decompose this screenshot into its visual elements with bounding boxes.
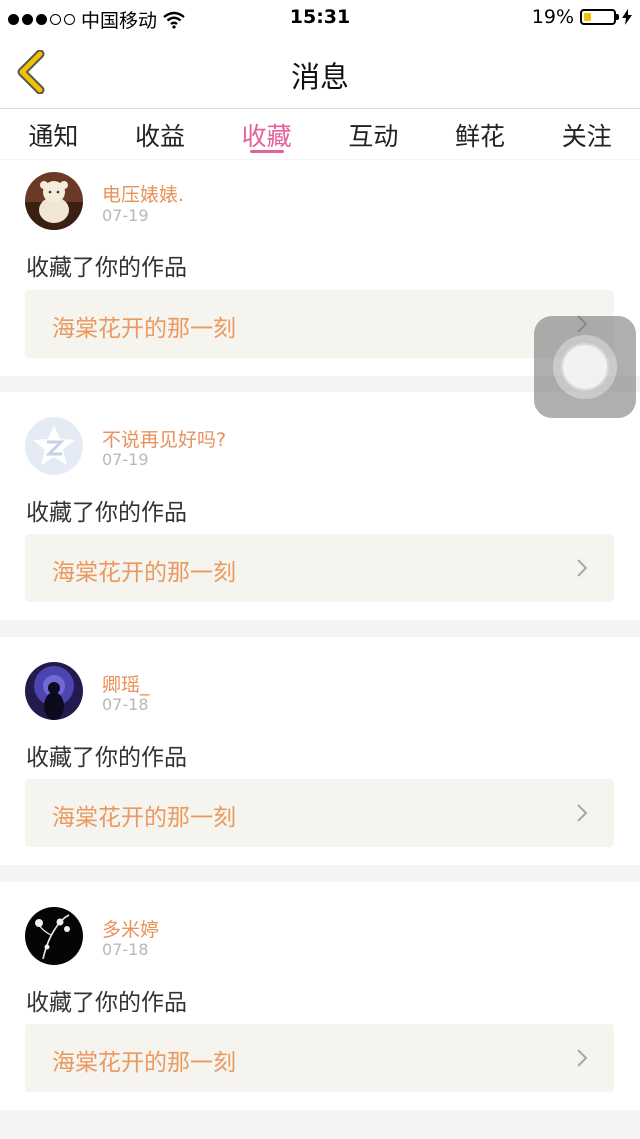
assistive-touch-center [561,343,609,391]
charging-bolt-icon [622,9,632,25]
avatar[interactable] [25,662,83,720]
username[interactable]: 电压婊婊. [102,180,184,207]
avatar[interactable] [25,907,83,965]
list-item: 不说再见好吗? 07-19 收藏了你的作品 海棠花开的那一刻 [0,392,640,620]
list-item: 多米婷 07-18 收藏了你的作品 海棠花开的那一刻 [0,882,640,1110]
work-link[interactable]: 海棠花开的那一刻 [25,534,614,602]
tab-label: 关注 [561,122,612,151]
item-date: 07-19 [102,450,149,469]
battery-icon [580,9,619,25]
work-title: 海棠花开的那一刻 [52,1050,236,1076]
tab-following[interactable]: 关注 [533,109,640,159]
username[interactable]: 卿瑶_ [102,670,150,697]
tab-interactions[interactable]: 互动 [320,109,427,159]
avatar[interactable] [25,417,83,475]
battery-percent: 19% [531,6,574,28]
page-title: 消息 [290,60,349,94]
nav-bar: 消息 [0,36,640,109]
tab-label: 互动 [348,122,399,151]
tab-favorites[interactable]: 收藏 [213,109,320,159]
work-title: 海棠花开的那一刻 [52,560,236,586]
tab-label: 收益 [135,122,186,151]
action-text: 收藏了你的作品 [26,745,187,771]
assistive-touch-button[interactable] [534,316,636,418]
work-link[interactable]: 海棠花开的那一刻 [25,1024,614,1092]
chevron-right-icon [577,559,588,577]
work-link[interactable]: 海棠花开的那一刻 [25,779,614,847]
tab-label: 鲜花 [455,122,506,151]
tab-label: 收藏 [241,122,292,151]
work-link[interactable]: 海棠花开的那一刻 [25,290,614,358]
tab-notifications[interactable]: 通知 [0,109,107,159]
status-bar: 中国移动 15:31 19% [0,0,640,36]
tab-label: 通知 [28,122,79,151]
tab-flowers[interactable]: 鲜花 [427,109,534,159]
tab-earnings[interactable]: 收益 [107,109,214,159]
username[interactable]: 不说再见好吗? [102,425,226,452]
active-tab-indicator [249,150,284,153]
tab-bar: 通知 收益 收藏 互动 鲜花 关注 [0,109,640,159]
avatar[interactable] [25,172,83,230]
item-date: 07-18 [102,695,149,714]
action-text: 收藏了你的作品 [26,500,187,526]
chevron-right-icon [577,804,588,822]
work-title: 海棠花开的那一刻 [52,316,236,342]
status-right: 19% [532,6,632,28]
action-text: 收藏了你的作品 [26,990,187,1016]
item-date: 07-19 [102,206,149,225]
item-date: 07-18 [102,940,149,959]
work-title: 海棠花开的那一刻 [52,805,236,831]
chevron-right-icon [577,1049,588,1067]
list-item: 卿瑶_ 07-18 收藏了你的作品 海棠花开的那一刻 [0,637,640,865]
username[interactable]: 多米婷 [102,915,159,942]
action-text: 收藏了你的作品 [26,255,187,281]
